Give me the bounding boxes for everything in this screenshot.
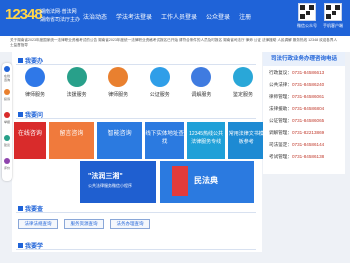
banner-subtitle: 公共法律服务微信小程序 <box>88 183 132 188</box>
nav-item-register[interactable]: 注册 <box>239 12 251 21</box>
appraisal-icon <box>232 67 253 87</box>
float-item-label: 评价 <box>3 166 10 170</box>
banner-civil-code[interactable]: 民法典 <box>160 161 254 203</box>
notary-icon <box>149 67 170 87</box>
site-logo[interactable]: 12348 <box>5 6 43 23</box>
suggestion-icon[interactable] <box>4 135 10 141</box>
service-label: 调解服务 <box>191 92 212 98</box>
tile-message-consult[interactable]: 留言咨询 <box>48 122 95 159</box>
pill-resource-query[interactable]: 服务资源查询 <box>64 219 104 229</box>
tile-hotline-12345[interactable]: 12345热线公共法律服务专线 <box>186 122 226 159</box>
qr-label-app: 手机客户端 <box>323 23 343 28</box>
banner-title: 民法典 <box>194 176 218 185</box>
app-qr-code <box>324 3 342 21</box>
wechat-qr-code <box>298 3 316 21</box>
float-item-label: 举报 <box>3 120 10 124</box>
pill-laws-query[interactable]: 法律法规查询 <box>18 219 58 229</box>
nav-item-exam-login[interactable]: 学法考法登录 <box>116 12 152 21</box>
hotline-panel: 司法行政业务办理咨询电话 行政复议：0731-84586613 公共法律：073… <box>263 52 345 174</box>
hotline-title: 司法行政业务办理咨询电话 <box>263 52 345 66</box>
pill-affairs-query[interactable]: 法务办理查询 <box>110 219 150 229</box>
service-item-legal-aid[interactable]: 法援服务 <box>58 67 96 98</box>
hotline-row: 律师管理：0731-84586061 <box>269 94 325 99</box>
briefcase-icon <box>108 67 129 87</box>
legal-aid-icon <box>66 67 87 87</box>
service-label: 鉴定服务 <box>232 92 253 98</box>
nav-item-public-login[interactable]: 公众登录 <box>206 12 230 21</box>
hotline-row: 公共法律：0731-84586240 <box>269 82 325 87</box>
top-nav: 法治动态 学法考法登录 工作人员登录 公众登录 注册 <box>83 12 251 21</box>
tile-smart-consult[interactable]: 智能咨询 <box>97 122 143 159</box>
mediation-icon <box>191 67 212 87</box>
floating-toolbar: 在线咨询 投诉 举报 建议 评价 <box>2 63 12 181</box>
float-item-label: 投诉 <box>3 97 10 101</box>
service-label: 律师服务 <box>24 92 45 98</box>
section-divider <box>16 118 256 119</box>
service-label: 公证服务 <box>149 92 170 98</box>
service-item-notary[interactable]: 公证服务 <box>141 67 179 98</box>
hotline-row: 调解管理：0731-82213869 <box>269 130 325 135</box>
book-icon <box>172 166 188 196</box>
service-label: 律师服务 <box>108 92 129 98</box>
site-logo-text: 湖南法网·普法网 湖南省司法厅主办 <box>40 8 80 24</box>
service-item-mediation[interactable]: 调解服务 <box>182 67 220 98</box>
service-list: 律师服务 法援服务 律师服务 公证服务 调解服务 鉴定服务 <box>16 67 262 98</box>
qr-label-wechat: 微信公众号 <box>297 23 317 28</box>
banner-title: "法润三湘" <box>88 173 123 180</box>
notice-bar[interactable]: 关于湖南省2023年度国家统一法律职业资格考试的公告 湖南省2023年度统一法律… <box>0 36 350 52</box>
hotline-row: 司法鉴定：0731-84586144 <box>269 142 325 147</box>
page: 12348 湖南法网·普法网 湖南省司法厅主办 法治动态 学法考法登录 工作人员… <box>0 0 350 263</box>
section-marker-icon <box>18 58 23 63</box>
section-divider <box>16 64 256 65</box>
float-item-label: 建议 <box>3 143 10 147</box>
service-item-appraisal[interactable]: 鉴定服务 <box>224 67 262 98</box>
report-icon[interactable] <box>4 112 10 118</box>
service-label: 法援服务 <box>66 92 87 98</box>
hotline-row: 行政复议：0731-84586613 <box>269 70 325 75</box>
service-item-lawyer-2[interactable]: 律师服务 <box>99 67 137 98</box>
service-item-lawyer[interactable]: 律师服务 <box>16 67 54 98</box>
nav-item-staff-login[interactable]: 工作人员登录 <box>161 12 197 21</box>
tile-office-locator[interactable]: 线下实体地址查找 <box>145 122 184 159</box>
banner-mini-program[interactable]: "法润三湘" 公共法律服务微信小程序 <box>80 161 156 203</box>
top-header: 12348 湖南法网·普法网 湖南省司法厅主办 法治动态 学法考法登录 工作人员… <box>0 0 350 36</box>
rating-icon[interactable] <box>4 158 10 164</box>
section-divider <box>16 212 256 213</box>
logo-line-2: 湖南省司法厅主办 <box>40 17 81 23</box>
nav-item-news[interactable]: 法治动态 <box>83 12 107 21</box>
hotline-row: 公证管理：0731-84586065 <box>269 118 325 123</box>
hotline-row: 法律援助：0731-84586804 <box>269 106 325 111</box>
float-item-label: 在线咨询 <box>3 74 10 82</box>
ask-tiles: 在线咨询 留言咨询 智能咨询 线下实体地址查找 12345热线公共法律服务专线 … <box>14 122 265 159</box>
section-marker-icon <box>18 206 23 211</box>
hotline-row: 考试管理：0731-84586138 <box>269 154 325 159</box>
chat-icon[interactable] <box>4 66 10 72</box>
logo-line-1: 湖南法网·普法网 <box>40 9 77 15</box>
tile-online-consult[interactable]: 在线咨询 <box>14 122 46 159</box>
complaint-icon[interactable] <box>4 89 10 95</box>
lawyer-icon <box>25 67 45 87</box>
section-marker-icon <box>18 112 23 117</box>
section-divider <box>16 249 256 250</box>
tile-document-templates[interactable]: 常用法律文书模板参考 <box>228 122 265 159</box>
section-marker-icon <box>18 243 23 248</box>
